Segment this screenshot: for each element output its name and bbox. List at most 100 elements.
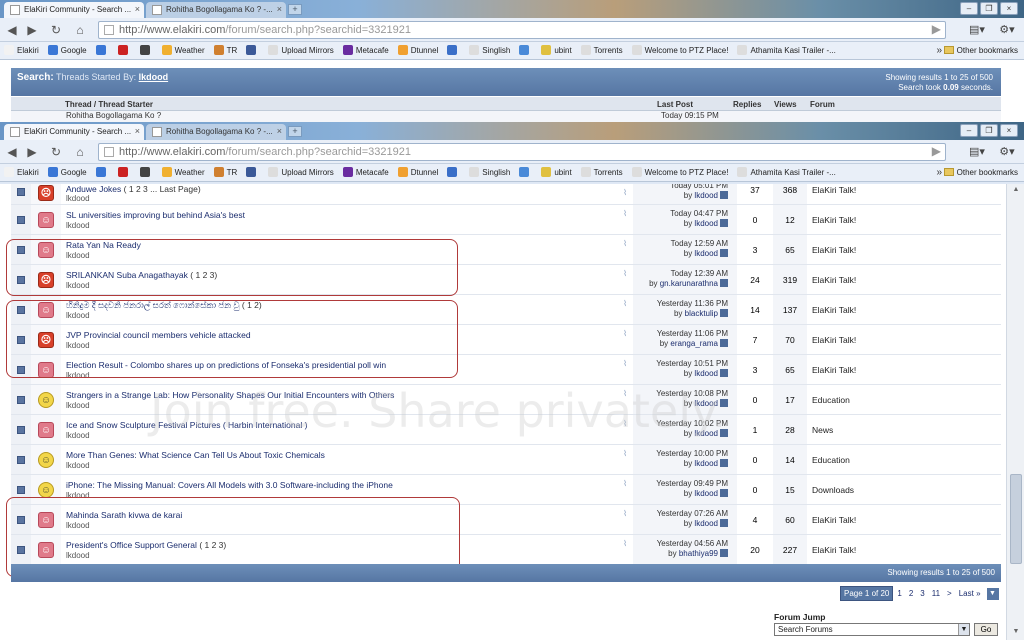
- forum-name[interactable]: Education: [807, 385, 1001, 414]
- forum-name[interactable]: ElaKiri Talk!: [807, 184, 1001, 204]
- vertical-scrollbar[interactable]: ▲ ▼: [1006, 184, 1024, 640]
- table-row[interactable]: ☺ Mahinda Sarath kivwa de karai lkdood ⌇ Ye…: [11, 505, 1001, 535]
- bookmark-item[interactable]: Google: [47, 164, 87, 181]
- reload-icon[interactable]: ↻: [48, 144, 64, 160]
- table-row[interactable]: ☺ More Than Genes: What Science Can Tell …: [11, 445, 1001, 475]
- reply-count[interactable]: 20: [737, 535, 773, 564]
- last-poster[interactable]: gn.karunarathna: [660, 279, 718, 288]
- thread-title[interactable]: Rata Yan Na Ready: [66, 240, 141, 250]
- thread-title[interactable]: Anduwe Jokes: [66, 184, 121, 194]
- close-tab-icon[interactable]: ×: [135, 126, 140, 136]
- table-row[interactable]: ☺ Rata Yan Na Ready lkdood ⌇ Today 12:59 AM…: [11, 235, 1001, 265]
- bookmark-item[interactable]: Dtunnel: [397, 42, 438, 59]
- search-user-link[interactable]: lkdood: [139, 72, 169, 82]
- new-tab-button[interactable]: +: [288, 4, 302, 15]
- thread-title[interactable]: JVP Provincial council members vehicle a…: [66, 330, 251, 340]
- reply-count[interactable]: 37: [737, 184, 773, 204]
- thread-pages[interactable]: ( 1 2): [242, 300, 262, 310]
- thread-title[interactable]: හිනිදුම දී සදවනි ජනරාල් සරත් ෆොන්සේකා ජන…: [66, 300, 240, 310]
- table-row[interactable]: ☺ iPhone: The Missing Manual: Covers All …: [11, 475, 1001, 505]
- forum-name[interactable]: ElaKiri Talk!: [807, 325, 1001, 354]
- col-thread[interactable]: Thread / Thread Starter: [65, 100, 153, 109]
- forum-name[interactable]: ElaKiri Talk!: [807, 265, 1001, 294]
- back-arrow-icon[interactable]: ◀: [4, 22, 20, 38]
- bookmark-item[interactable]: Torrents: [580, 42, 623, 59]
- bookmark-item[interactable]: TR: [213, 42, 237, 59]
- bookmark-item[interactable]: Athamita Kasi Trailer -...: [737, 42, 836, 59]
- reply-count[interactable]: 1: [737, 415, 773, 444]
- bookmark-item[interactable]: [519, 42, 532, 59]
- maximize-button[interactable]: ❐: [980, 124, 998, 137]
- home-icon[interactable]: ⌂: [72, 144, 88, 160]
- table-row[interactable]: ☹ SRILANKAN Suba Anagathayak ( 1 2 3) lkdo…: [11, 265, 1001, 295]
- bookmark-item[interactable]: [519, 164, 532, 181]
- thread-title[interactable]: Rohitha Bogollagama Ko ?: [66, 111, 161, 120]
- close-window-button[interactable]: ×: [1000, 124, 1018, 137]
- page-menu-icon[interactable]: ▤▾: [964, 21, 990, 39]
- wrench-icon[interactable]: ⚙▾: [994, 21, 1020, 39]
- goto-last-post-icon[interactable]: [720, 279, 728, 287]
- forward-arrow-icon[interactable]: ▶: [24, 144, 40, 160]
- bookmark-item[interactable]: Athamita Kasi Trailer -...: [737, 164, 836, 181]
- address-bar[interactable]: http://www.elakiri.com/forum/search.php?…: [98, 21, 946, 39]
- bookmark-item[interactable]: Upload Mirrors: [268, 164, 334, 181]
- bookmark-item[interactable]: [246, 42, 259, 59]
- bookmark-item[interactable]: TR: [213, 164, 237, 181]
- tab-rohitha[interactable]: Rohitha Bogollagama Ko ? -... ×: [146, 124, 286, 140]
- table-row[interactable]: ☺ හිනිදුම දී සදවනි ජනරාල් සරත් ෆොන්සේකා ජ…: [11, 295, 1001, 325]
- table-row[interactable]: ☺ SL universities improving but behind As…: [11, 205, 1001, 235]
- bookmark-item[interactable]: [246, 164, 259, 181]
- bookmark-item[interactable]: [117, 164, 131, 181]
- bookmark-item[interactable]: Weather: [161, 42, 205, 59]
- page-link[interactable]: 1: [894, 587, 904, 600]
- wrench-icon[interactable]: ⚙▾: [994, 143, 1020, 161]
- bookmark-item[interactable]: [117, 42, 131, 59]
- last-poster[interactable]: lkdood: [694, 519, 718, 528]
- thread-title[interactable]: SRILANKAN Suba Anagathayak: [66, 270, 188, 280]
- bookmark-item[interactable]: Welcome to PTZ Place!: [631, 42, 728, 59]
- table-row[interactable]: ☺ President's Office Support General ( 1 …: [11, 535, 1001, 565]
- thread-starter[interactable]: lkdood: [66, 341, 90, 350]
- forum-name[interactable]: News: [807, 415, 1001, 444]
- reply-count[interactable]: 24: [737, 265, 773, 294]
- bookmark-item[interactable]: Metacafe: [342, 42, 389, 59]
- chevron-right-icon[interactable]: »: [936, 42, 942, 59]
- thread-title[interactable]: More Than Genes: What Science Can Tell U…: [66, 450, 325, 460]
- bookmark-item[interactable]: ubint: [541, 164, 572, 181]
- forum-jump-select[interactable]: Search Forums ▼: [774, 623, 970, 636]
- other-bookmarks[interactable]: Other bookmarks: [943, 42, 1018, 59]
- thread-title[interactable]: SL universities improving but behind Asi…: [66, 210, 245, 220]
- col-replies[interactable]: Replies: [733, 100, 761, 109]
- thread-starter[interactable]: lkdood: [66, 251, 90, 260]
- bookmark-item[interactable]: Upload Mirrors: [268, 42, 334, 59]
- bookmark-item[interactable]: Metacafe: [342, 164, 389, 181]
- thread-starter[interactable]: lkdood: [66, 371, 90, 380]
- chevron-down-icon[interactable]: ▼: [986, 587, 999, 600]
- bookmark-item[interactable]: Welcome to PTZ Place!: [631, 164, 728, 181]
- page-link[interactable]: 11: [929, 587, 943, 600]
- last-poster[interactable]: lkdood: [694, 369, 718, 378]
- goto-last-post-icon[interactable]: [720, 219, 728, 227]
- scroll-thumb[interactable]: [1010, 474, 1022, 564]
- bookmark-star-icon[interactable]: ▶: [932, 144, 941, 158]
- last-poster[interactable]: eranga_rama: [670, 339, 718, 348]
- bookmark-item[interactable]: Elakiri: [4, 164, 39, 181]
- reply-count[interactable]: 0: [737, 445, 773, 474]
- last-page-link[interactable]: Last »: [956, 587, 984, 600]
- page-link[interactable]: 2: [906, 587, 916, 600]
- chevron-down-icon[interactable]: ▼: [958, 624, 969, 635]
- thread-pages[interactable]: ( 1 2 3 ... Last Page): [124, 184, 201, 194]
- reply-count[interactable]: 3: [737, 235, 773, 264]
- thread-starter[interactable]: lkdood: [66, 461, 90, 470]
- bookmark-item[interactable]: Dtunnel: [397, 164, 438, 181]
- bookmark-item[interactable]: Google: [47, 42, 87, 59]
- thread-starter[interactable]: lkdood: [66, 194, 90, 203]
- goto-last-post-icon[interactable]: [720, 309, 728, 317]
- last-poster[interactable]: blacktulip: [685, 309, 718, 318]
- page-link[interactable]: 3: [917, 587, 927, 600]
- reply-count[interactable]: 7: [737, 325, 773, 354]
- bookmark-item[interactable]: Weather: [161, 164, 205, 181]
- forum-name[interactable]: ElaKiri Talk!: [807, 235, 1001, 264]
- back-arrow-icon[interactable]: ◀: [4, 144, 20, 160]
- bookmark-item[interactable]: [139, 42, 153, 59]
